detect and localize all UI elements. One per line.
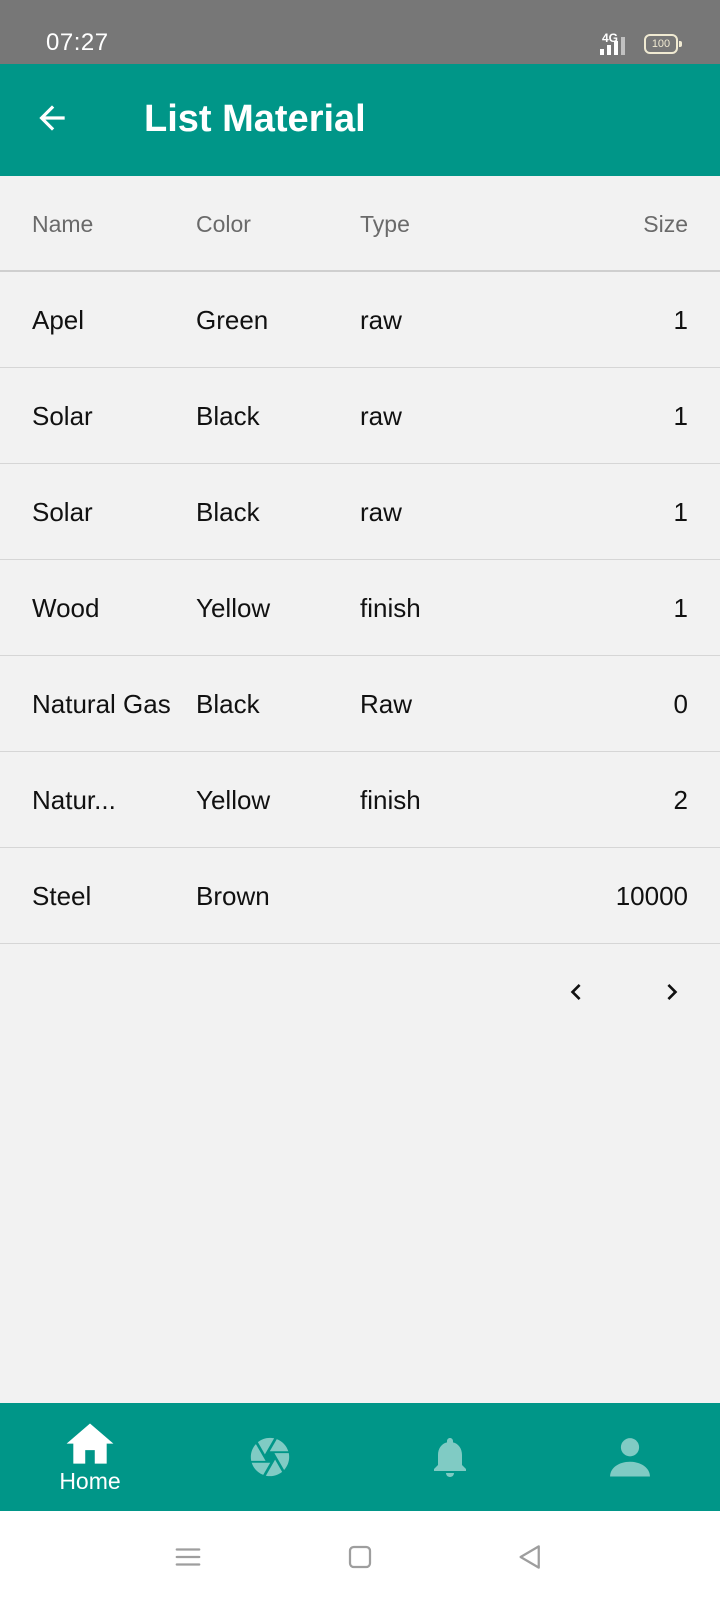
cell-size: 2 — [673, 785, 688, 815]
cell-type — [360, 848, 510, 944]
next-page-button[interactable] — [648, 968, 696, 1016]
cell-color: Green — [196, 305, 269, 335]
system-back-button[interactable] — [506, 1533, 554, 1581]
person-icon — [610, 1438, 650, 1477]
pagination — [0, 944, 720, 1040]
cell-size: 1 — [673, 497, 688, 527]
battery-level: 100 — [651, 38, 671, 50]
cell-type: finish — [360, 785, 421, 815]
bell-icon — [434, 1438, 466, 1477]
status-icons: 4G 100 — [592, 30, 682, 58]
bottom-nav: Home — [0, 1403, 720, 1511]
header-size[interactable]: Size — [538, 176, 688, 272]
nav-label-home: Home — [59, 1468, 121, 1494]
cell-type: Raw — [360, 689, 413, 719]
table-header: Name Color Type Size — [0, 176, 720, 272]
cell-color: Black — [196, 689, 260, 719]
signal-icon: 4G — [592, 31, 632, 57]
table-row[interactable]: Wood Yellow finish 1 — [0, 560, 720, 656]
cell-type: finish — [360, 593, 421, 623]
back-button[interactable] — [28, 94, 76, 142]
table-row[interactable]: Natur... Yellow finish 2 — [0, 752, 720, 848]
system-home-button[interactable] — [336, 1533, 384, 1581]
system-nav-bar — [0, 1511, 720, 1600]
material-table: Name Color Type Size Apel Green raw 1 So… — [0, 176, 720, 944]
table-row[interactable]: Solar Black raw 1 — [0, 464, 720, 560]
status-time: 07:27 — [46, 29, 109, 56]
app-bar: List Material — [0, 64, 720, 176]
cell-color: Black — [196, 401, 260, 431]
prev-page-button[interactable] — [552, 968, 600, 1016]
table-row[interactable]: Solar Black raw 1 — [0, 368, 720, 464]
cell-name: Natural Gas — [32, 689, 171, 719]
cell-size: 0 — [673, 689, 688, 719]
cell-size: 1 — [673, 593, 688, 623]
battery-icon: 100 — [644, 34, 682, 54]
cell-color: Black — [196, 497, 260, 527]
cell-type: raw — [360, 401, 402, 431]
nav-item-home[interactable]: Home — [0, 1403, 180, 1511]
status-bar: 07:27 4G 100 — [0, 0, 720, 64]
header-name[interactable]: Name — [32, 176, 182, 272]
nav-item-profile[interactable] — [540, 1403, 720, 1511]
chevron-left-icon — [570, 984, 581, 1000]
table-row[interactable]: Apel Green raw 1 — [0, 272, 720, 368]
nav-item-notifications[interactable] — [360, 1403, 540, 1511]
cell-color: Yellow — [196, 593, 271, 623]
menu-icon — [175, 1548, 201, 1566]
cell-name: Solar — [32, 497, 93, 527]
nav-item-camera[interactable] — [180, 1403, 360, 1511]
cell-name: Apel — [32, 305, 85, 335]
square-home-icon — [348, 1545, 372, 1569]
cell-name: Natur... — [32, 785, 116, 815]
page-title: List Material — [144, 98, 366, 140]
cell-size: 10000 — [615, 881, 688, 911]
cell-size: 1 — [673, 305, 688, 335]
home-icon — [66, 1423, 114, 1464]
cell-type: raw — [360, 497, 402, 527]
cell-name: Steel — [32, 881, 92, 911]
cell-color: Brown — [196, 881, 270, 911]
cell-type: raw — [360, 305, 402, 335]
cell-name: Wood — [32, 593, 100, 623]
arrow-left-icon — [39, 105, 65, 131]
cell-name: Solar — [32, 401, 93, 431]
header-color[interactable]: Color — [196, 176, 346, 272]
system-menu-button[interactable] — [164, 1533, 212, 1581]
camera-aperture-icon — [250, 1437, 290, 1477]
cell-size: 1 — [673, 401, 688, 431]
header-type[interactable]: Type — [360, 176, 510, 272]
cell-color: Yellow — [196, 785, 271, 815]
chevron-right-icon — [667, 984, 678, 1000]
table-row[interactable]: Natural Gas Black Raw 0 — [0, 656, 720, 752]
table-row[interactable]: Steel Brown 10000 — [0, 848, 720, 944]
triangle-back-icon — [519, 1545, 540, 1569]
